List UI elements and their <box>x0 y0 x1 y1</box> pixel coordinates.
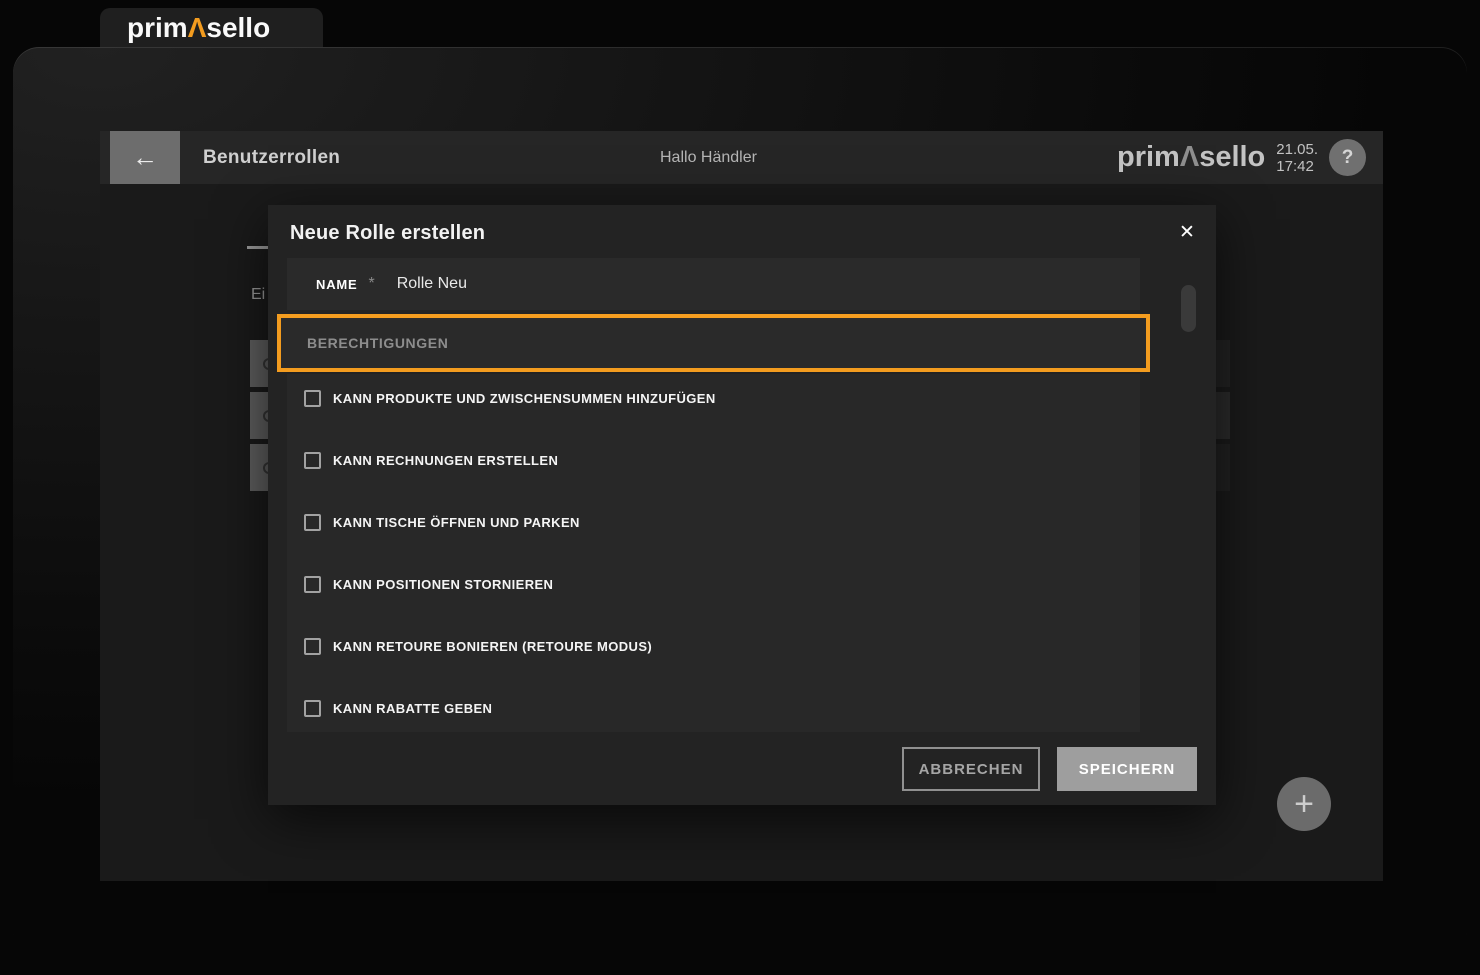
permission-label: KANN TISCHE ÖFFNEN UND PARKEN <box>333 515 580 530</box>
primasello-header-logo: primΛsello <box>1117 143 1265 172</box>
screen: primΛsello ← Benutzerrollen Hallo Händle… <box>0 0 1480 975</box>
role-name-value: Rolle Neu <box>397 275 467 293</box>
add-role-button[interactable]: + <box>1277 777 1331 831</box>
logo-accent: Λ <box>1180 141 1199 173</box>
save-button[interactable]: SPEICHERN <box>1057 747 1197 791</box>
logo-suffix: sello <box>206 12 270 43</box>
permissions-list: KANN PRODUKTE UND ZWISCHENSUMMEN HINZUFÜ… <box>287 374 1140 732</box>
permissions-section-header: BERECHTIGUNGEN <box>277 314 1150 372</box>
app-header-bar: ← Benutzerrollen Hallo Händler primΛsell… <box>100 131 1383 184</box>
hidden-section-underline <box>247 246 268 249</box>
modal-title: Neue Rolle erstellen <box>290 222 485 245</box>
role-row-fragment[interactable] <box>250 340 268 387</box>
permission-row[interactable]: KANN PRODUKTE UND ZWISCHENSUMMEN HINZUFÜ… <box>287 374 1140 429</box>
required-marker: * <box>368 275 374 293</box>
permission-checkbox[interactable] <box>304 390 321 407</box>
create-role-modal: Neue Rolle erstellen ✕ NAME * Rolle Neu … <box>268 205 1216 805</box>
browser-tab[interactable]: primΛsello <box>100 8 323 47</box>
permission-label: KANN RABATTE GEBEN <box>333 701 492 716</box>
primasello-logo: primΛsello <box>127 14 270 42</box>
permission-checkbox[interactable] <box>304 700 321 717</box>
permission-label: KANN RETOURE BONIEREN (RETOURE MODUS) <box>333 639 652 654</box>
help-button[interactable]: ? <box>1329 139 1366 176</box>
permissions-header-label: BERECHTIGUNGEN <box>307 335 448 351</box>
permission-checkbox[interactable] <box>304 452 321 469</box>
header-right-group: primΛsello 21.05. 17:42 ? <box>1117 131 1366 184</box>
logo-accent: Λ <box>188 12 207 43</box>
permission-checkbox[interactable] <box>304 576 321 593</box>
hidden-section-heading: Ei <box>251 286 268 306</box>
permission-row[interactable]: KANN RABATTE GEBEN <box>287 677 1140 732</box>
role-row-fragment[interactable] <box>250 444 268 491</box>
permission-checkbox[interactable] <box>304 638 321 655</box>
modal-scrollbar[interactable] <box>1181 285 1196 332</box>
time-text: 17:42 <box>1276 158 1318 175</box>
permission-row[interactable]: KANN RECHNUNGEN ERSTELLEN <box>287 429 1140 491</box>
permission-label: KANN RECHNUNGEN ERSTELLEN <box>333 453 558 468</box>
name-field-label: NAME <box>316 277 357 292</box>
cancel-button[interactable]: ABBRECHEN <box>902 747 1040 791</box>
logo-suffix: sello <box>1199 141 1265 173</box>
role-row-fragment-right <box>1216 340 1230 387</box>
datetime-display: 21.05. 17:42 <box>1276 141 1318 175</box>
page-title: Benutzerrollen <box>203 131 340 184</box>
role-name-field[interactable]: NAME * Rolle Neu <box>287 258 1140 310</box>
permission-row[interactable]: KANN TISCHE ÖFFNEN UND PARKEN <box>287 491 1140 553</box>
permission-row[interactable]: KANN RETOURE BONIEREN (RETOURE MODUS) <box>287 615 1140 677</box>
logo-prefix: prim <box>127 12 188 43</box>
app-window: ← Benutzerrollen Hallo Händler primΛsell… <box>13 47 1467 957</box>
permission-checkbox[interactable] <box>304 514 321 531</box>
greeting-text: Hallo Händler <box>660 131 757 184</box>
logo-prefix: prim <box>1117 141 1180 173</box>
role-row-fragment-right <box>1216 444 1230 491</box>
role-row-fragment[interactable] <box>250 392 268 439</box>
date-text: 21.05. <box>1276 141 1318 158</box>
close-icon[interactable]: ✕ <box>1171 216 1203 248</box>
role-row-fragment-right <box>1216 392 1230 439</box>
permission-label: KANN PRODUKTE UND ZWISCHENSUMMEN HINZUFÜ… <box>333 391 716 406</box>
permission-row[interactable]: KANN POSITIONEN STORNIEREN <box>287 553 1140 615</box>
back-button[interactable]: ← <box>110 131 180 184</box>
permission-label: KANN POSITIONEN STORNIEREN <box>333 577 553 592</box>
